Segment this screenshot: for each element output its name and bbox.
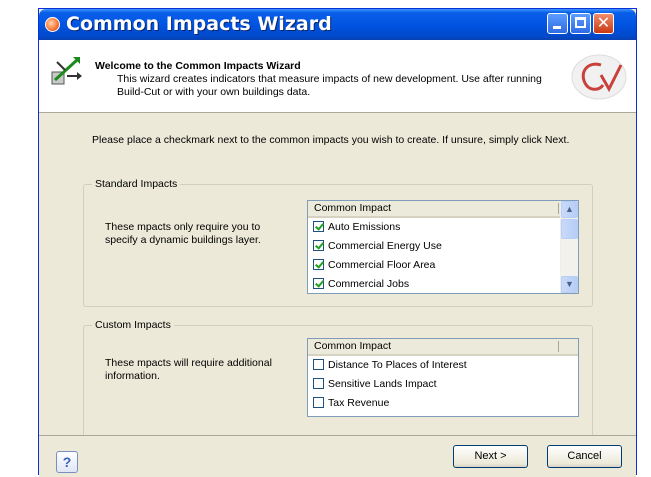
wizard-header: Welcome to the Common Impacts Wizard Thi…	[39, 40, 636, 113]
checkbox[interactable]	[313, 359, 324, 370]
intro-text: Please place a checkmark next to the com…	[92, 134, 570, 146]
chevron-down-icon: ▼	[565, 279, 574, 289]
list-item-label: Tax Revenue	[328, 397, 390, 409]
wizard-arrows-icon	[51, 57, 82, 85]
list-item[interactable]: Auto Emissions	[308, 218, 578, 237]
wizard-header-title: Welcome to the Common Impacts Wizard	[95, 60, 301, 72]
next-button[interactable]: Next >	[453, 445, 528, 468]
checkbox[interactable]	[313, 221, 324, 232]
column-header-label: Common Impact	[314, 202, 392, 214]
list-column-header[interactable]: Common Impact	[308, 339, 578, 356]
checkbox[interactable]	[313, 378, 324, 389]
list-item-label: Auto Emissions	[328, 221, 401, 233]
standard-impacts-group: Standard Impacts These mpacts only requi…	[83, 178, 593, 307]
maximize-button[interactable]	[570, 13, 591, 34]
list-item-label: Commercial Floor Area	[328, 259, 436, 271]
checkbox[interactable]	[313, 278, 324, 289]
checkbox[interactable]	[313, 259, 324, 270]
standard-impacts-label: Standard Impacts	[92, 178, 181, 190]
scroll-thumb[interactable]	[561, 219, 578, 239]
column-header-label: Common Impact	[314, 340, 392, 352]
wizard-app-icon	[45, 17, 60, 32]
custom-impacts-label: Custom Impacts	[92, 319, 174, 331]
close-button[interactable]: ✕	[593, 13, 614, 34]
wizard-window: Common Impacts Wizard ✕ Welcome to the C…	[38, 8, 637, 477]
wizard-header-description: This wizard creates indicators that meas…	[117, 73, 542, 98]
custom-impacts-list[interactable]: Common Impact Distance To Places of Inte…	[307, 338, 579, 417]
cv-logo-icon	[571, 54, 627, 100]
wizard-content: Please place a checkmark next to the com…	[39, 113, 636, 455]
column-separator	[558, 341, 559, 352]
list-item[interactable]: Sensitive Lands Impact	[308, 375, 578, 394]
checkbox[interactable]	[313, 397, 324, 408]
close-icon: ✕	[596, 13, 611, 32]
help-button[interactable]: ?	[56, 451, 78, 473]
maximize-icon	[575, 17, 586, 28]
wizard-footer: ? Next > Cancel	[39, 435, 636, 477]
list-item-label: Distance To Places of Interest	[328, 359, 467, 371]
help-icon: ?	[62, 454, 72, 470]
custom-impacts-description: These mpacts will require additional inf…	[105, 357, 272, 382]
list-item-label: Sensitive Lands Impact	[328, 378, 437, 390]
minimize-button[interactable]	[547, 13, 568, 34]
title-bar[interactable]: Common Impacts Wizard ✕	[39, 9, 636, 40]
list-item-label: Commercial Energy Use	[328, 240, 442, 252]
standard-impacts-list[interactable]: Common Impact Auto Emissions Commercial …	[307, 200, 579, 294]
list-item[interactable]: Commercial Energy Use	[308, 237, 578, 256]
standard-impacts-description: These mpacts only require you to specify…	[105, 221, 261, 246]
minimize-icon	[553, 26, 561, 29]
list-column-header[interactable]: Common Impact	[308, 201, 578, 218]
scroll-up-button[interactable]: ▲	[561, 201, 578, 218]
list-item-label: Commercial Jobs	[328, 278, 410, 290]
window-title: Common Impacts Wizard	[66, 13, 332, 35]
cancel-button[interactable]: Cancel	[547, 445, 622, 468]
list-item[interactable]: Commercial Floor Area	[308, 256, 578, 275]
list-item[interactable]: Tax Revenue	[308, 394, 578, 413]
chevron-up-icon: ▲	[565, 204, 574, 214]
checkbox[interactable]	[313, 240, 324, 251]
list-item[interactable]: Distance To Places of Interest	[308, 356, 578, 375]
list-item[interactable]: Commercial Jobs	[308, 275, 578, 293]
vertical-scrollbar[interactable]: ▲ ▼	[560, 201, 578, 293]
scroll-down-button[interactable]: ▼	[561, 276, 578, 293]
column-separator	[558, 203, 559, 214]
